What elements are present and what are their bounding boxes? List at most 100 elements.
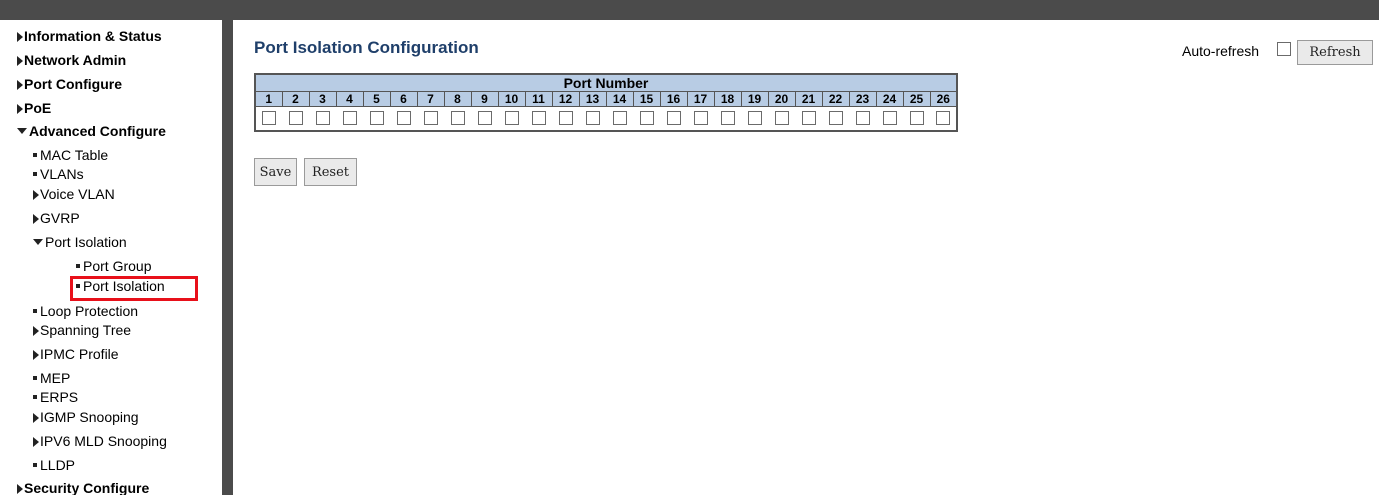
sidebar-item-igmp-snooping[interactable]: IGMP Snooping <box>33 409 139 425</box>
auto-refresh-checkbox[interactable] <box>1277 42 1291 56</box>
port-cell-24 <box>876 106 903 131</box>
sidebar-item-port-configure[interactable]: Port Configure <box>17 76 122 92</box>
port-cell-19 <box>741 106 768 131</box>
port-checkbox-13[interactable] <box>585 111 600 126</box>
arrow-right-icon <box>33 190 39 200</box>
refresh-button[interactable]: Refresh <box>1297 40 1373 65</box>
arrow-right-icon <box>17 56 23 66</box>
port-checkbox-20[interactable] <box>774 111 789 126</box>
port-cell-16 <box>660 106 687 131</box>
auto-refresh-label: Auto-refresh <box>1182 43 1260 59</box>
port-number-11: 11 <box>524 91 553 107</box>
port-cell-21 <box>795 106 822 131</box>
port-number-4: 4 <box>335 91 364 107</box>
sidebar-item-port-group[interactable]: Port Group <box>76 258 151 274</box>
port-cell-13 <box>579 106 606 131</box>
port-cell-9 <box>471 106 498 131</box>
port-checkbox-2[interactable] <box>288 111 303 126</box>
port-cell-20 <box>768 106 795 131</box>
port-number-18: 18 <box>713 91 742 107</box>
sidebar-item-label: ERPS <box>40 389 79 405</box>
port-checkbox-15[interactable] <box>639 111 654 126</box>
port-cell-17 <box>687 106 714 131</box>
sidebar-item-advanced-configure[interactable]: Advanced Configure <box>17 123 166 139</box>
arrow-down-icon <box>17 128 27 134</box>
port-checkbox-26[interactable] <box>936 111 950 126</box>
port-number-5: 5 <box>362 91 391 107</box>
port-isolation-table: Port Number 1 2 3 4 5 6 7 8 9 10 11 12 13 14 15 16 17 18 1… <box>254 73 958 132</box>
port-checkbox-9[interactable] <box>477 111 492 126</box>
sidebar-item-erps[interactable]: ERPS <box>33 389 78 405</box>
sidebar-divider <box>222 20 233 495</box>
port-number-10: 10 <box>497 91 526 107</box>
port-checkbox-8[interactable] <box>450 111 465 126</box>
port-checkbox-19[interactable] <box>747 111 762 126</box>
sidebar-item-security-configure[interactable]: Security Configure <box>17 480 149 495</box>
port-number-21: 21 <box>794 91 823 107</box>
port-checkbox-17[interactable] <box>693 111 708 126</box>
sidebar-item-label: Port Group <box>83 258 152 274</box>
port-checkbox-11[interactable] <box>531 111 546 126</box>
sidebar-item-mac-table[interactable]: MAC Table <box>33 147 108 163</box>
bullet-icon <box>33 395 37 399</box>
port-cell-4 <box>336 106 363 131</box>
port-number-24: 24 <box>875 91 904 107</box>
port-checkbox-7[interactable] <box>423 111 438 126</box>
port-number-20: 20 <box>767 91 796 107</box>
port-cell-26 <box>930 106 957 131</box>
sidebar-item-network-admin[interactable]: Network Admin <box>17 52 126 68</box>
bullet-icon <box>33 463 37 467</box>
arrow-right-icon <box>17 484 23 494</box>
port-number-26: 26 <box>929 91 958 107</box>
port-checkbox-24[interactable] <box>882 111 897 126</box>
sidebar-item-label: MAC Table <box>40 147 109 163</box>
sidebar-item-spanning-tree[interactable]: Spanning Tree <box>33 322 131 338</box>
sidebar-item-ipv6-mld-snooping[interactable]: IPV6 MLD Snooping <box>33 433 167 449</box>
port-checkbox-10[interactable] <box>504 111 519 126</box>
port-number-2: 2 <box>281 91 310 107</box>
sidebar-item-ipmc-profile[interactable]: IPMC Profile <box>33 346 119 362</box>
port-checkbox-16[interactable] <box>666 111 681 126</box>
sidebar-item-voice-vlan[interactable]: Voice VLAN <box>33 186 115 202</box>
port-cell-2 <box>282 106 309 131</box>
port-checkbox-3[interactable] <box>315 111 330 126</box>
sidebar-item-vlans[interactable]: VLANs <box>33 166 84 182</box>
port-number-16: 16 <box>659 91 688 107</box>
sidebar-item-poe[interactable]: PoE <box>17 100 51 116</box>
sidebar-item-label: Loop Protection <box>40 303 139 319</box>
port-checkbox-21[interactable] <box>801 111 816 126</box>
port-checkbox-22[interactable] <box>828 111 843 126</box>
sidebar-item-information-status[interactable]: Information & Status <box>17 28 162 44</box>
port-checkbox-18[interactable] <box>720 111 735 126</box>
port-checkbox-1[interactable] <box>262 111 276 126</box>
sidebar-item-lldp[interactable]: LLDP <box>33 457 75 473</box>
port-checkbox-25[interactable] <box>909 111 924 126</box>
sidebar-item-loop-protection[interactable]: Loop Protection <box>33 303 138 319</box>
port-cell-10 <box>498 106 525 131</box>
port-cell-14 <box>606 106 633 131</box>
port-number-13: 13 <box>578 91 607 107</box>
sidebar-item-port-isolation-group[interactable]: Port Isolation <box>33 234 127 250</box>
port-checkbox-5[interactable] <box>369 111 384 126</box>
port-number-12: 12 <box>551 91 580 107</box>
sidebar-item-label: IPMC Profile <box>40 346 119 362</box>
sidebar-item-gvrp[interactable]: GVRP <box>33 210 80 226</box>
port-number-17: 17 <box>686 91 715 107</box>
port-checkbox-12[interactable] <box>558 111 573 126</box>
port-checkbox-4[interactable] <box>342 111 357 126</box>
port-cell-23 <box>849 106 876 131</box>
port-number-7: 7 <box>416 91 445 107</box>
port-checkbox-6[interactable] <box>396 111 411 126</box>
port-number-3: 3 <box>308 91 337 107</box>
port-number-6: 6 <box>389 91 418 107</box>
arrow-down-icon <box>33 239 43 245</box>
port-cell-7 <box>417 106 444 131</box>
port-cell-22 <box>822 106 849 131</box>
port-checkbox-14[interactable] <box>612 111 627 126</box>
sidebar-item-mep[interactable]: MEP <box>33 370 70 386</box>
reset-button[interactable]: Reset <box>304 158 357 186</box>
save-button[interactable]: Save <box>254 158 297 186</box>
port-checkbox-23[interactable] <box>855 111 870 126</box>
arrow-right-icon <box>17 80 23 90</box>
port-cell-25 <box>903 106 930 131</box>
